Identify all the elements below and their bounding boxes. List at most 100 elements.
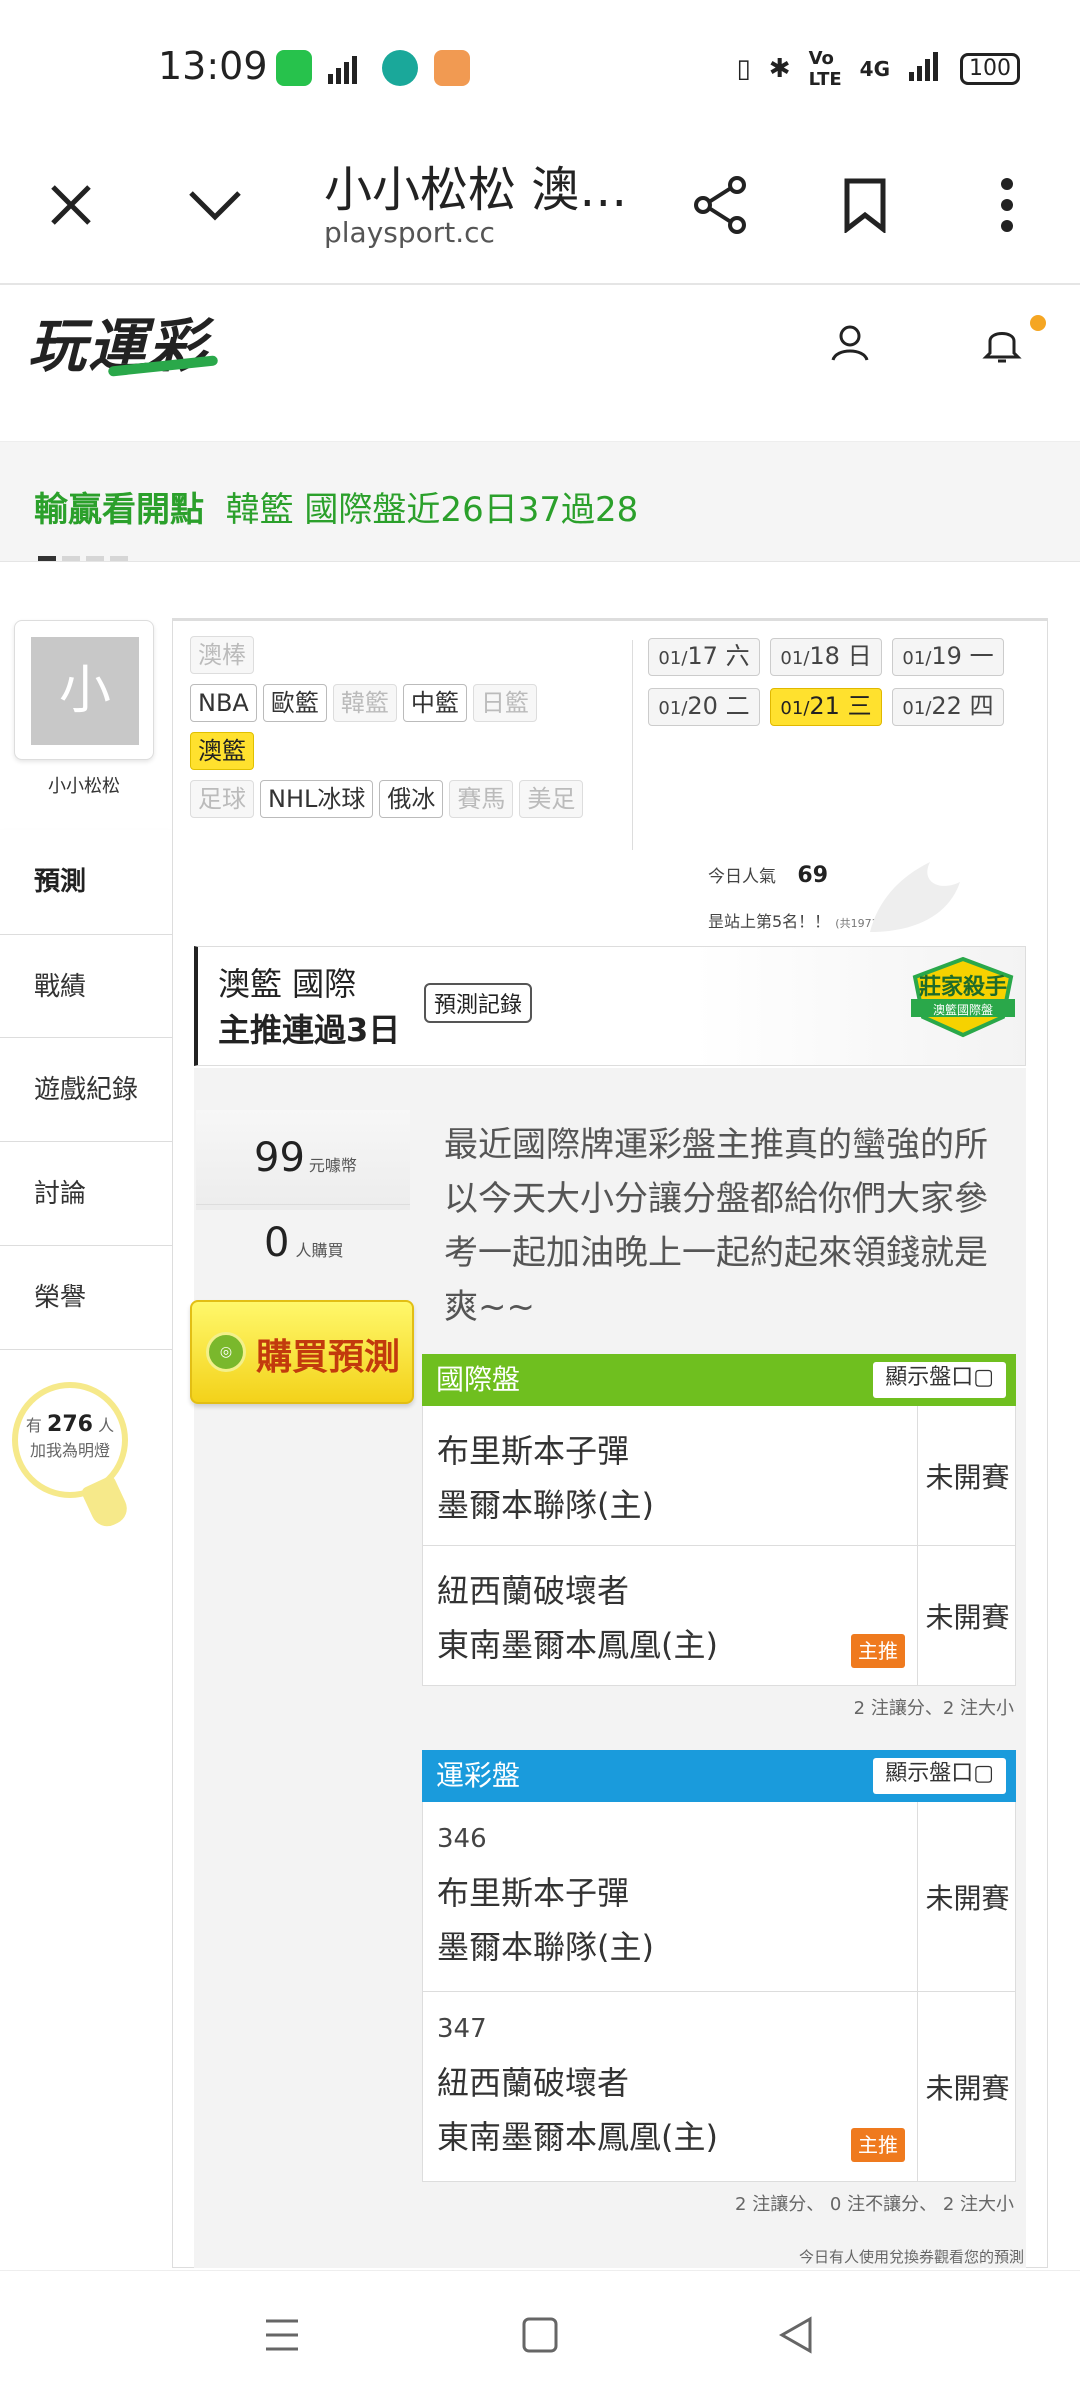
pager-dot[interactable] [110,556,128,561]
status-time: 13:09 [158,44,268,88]
sport-chip[interactable]: 賽馬 [449,780,514,818]
user-icon[interactable] [830,323,870,367]
avatar[interactable]: 小 [14,620,154,760]
sport-chip[interactable]: 中籃 [402,684,467,722]
more-icon[interactable] [972,170,1042,240]
sport-chip[interactable]: NBA [190,684,257,722]
sport-chip[interactable]: 韓籃 [332,684,397,722]
date-selector: 01/17 六 01/18 日 01/19 一 01/20 二 01/21 三 … [648,638,1028,726]
buy-prediction-button[interactable]: ◎ 購買預測 [190,1300,414,1404]
back-icon[interactable] [776,2315,816,2359]
divider [196,1204,410,1205]
match-teams: 布里斯本子彈 墨爾本聯隊(主) [437,1424,654,1532]
battery-indicator: 100 [960,53,1020,85]
sport-chip[interactable]: 澳棒 [190,636,254,674]
fan-count: 276 [47,1412,93,1437]
date-weekday: 六 [725,642,750,670]
pager-dot[interactable] [38,556,56,561]
checkbox-icon: ▢ [973,1761,994,1786]
sport-chip[interactable]: 足球 [190,780,254,818]
match-status: 未開賽 [917,1406,1017,1545]
banner-text: 輸贏看開點 韓籃 國際盤近26日37過28 [34,482,638,531]
show-odds-label: 顯示盤口 [885,1365,974,1390]
banker-killer-badge: 莊家殺手 澳籃國際盤 [907,956,1019,1039]
status-right: ▯ ✱ Vo LTE 4G 100 [736,48,1020,90]
page-url[interactable]: playsport.cc [324,216,495,249]
close-icon[interactable] [36,170,106,240]
table-row[interactable]: 布里斯本子彈 墨爾本聯隊(主) 未開賽 [422,1406,1016,1546]
date-button[interactable]: 01/18 日 [770,638,882,676]
table-row[interactable]: 347 紐西蘭破壞者 東南墨爾本鳳凰(主) 主推 未開賽 [422,1992,1016,2182]
date-button[interactable]: 01/17 六 [648,638,760,676]
status-bar: 13:09 ▯ ✱ Vo LTE 4G 100 [0,0,1080,130]
sport-chip[interactable]: 美足 [519,780,584,818]
site-logo[interactable]: 玩運彩 [28,299,219,383]
pager-dot[interactable] [86,556,104,561]
nav-item-discussion[interactable]: 討論 [0,1142,172,1246]
left-nav: 預測 戰績 遊戲紀錄 討論 榮譽 [0,830,172,1350]
buyers-unit: 人購買 [295,1241,344,1260]
bet-summary: 2 注讓分、2 注大小 [853,1698,1014,1719]
menu-icon[interactable] [262,2315,302,2359]
show-odds-button[interactable]: 顯示盤口▢ [873,1362,1006,1398]
buyers-value: 0 [264,1220,290,1266]
page-title: 小小松松 澳… [324,162,628,218]
show-odds-button[interactable]: 顯示盤口▢ [873,1758,1006,1794]
bluetooth-icon: ✱ [768,54,791,84]
share-icon[interactable] [686,170,756,240]
mascot-illustration [860,852,970,942]
date-md: 01/ [658,698,688,719]
chevron-down-icon[interactable] [180,170,250,240]
date-button[interactable]: 01/22 四 [892,688,1004,726]
banner-rest: 韓籃 國際盤近26日37過28 [225,490,639,530]
team-away: 紐西蘭破壞者 [437,1572,630,1610]
team-home: 墨爾本聯隊(主) [437,1486,654,1524]
date-button[interactable]: 01/19 一 [892,638,1004,676]
date-md: 01/ [902,698,932,719]
price-unit: 元噱幣 [308,1156,357,1175]
date-button[interactable]: 01/21 三 [770,688,882,726]
banner-bold: 輸贏看開點 [34,490,204,530]
date-md: 01/ [902,648,932,669]
network-label: 4G [859,57,890,81]
site-header: 玩運彩 [0,287,1080,397]
nav-item-record[interactable]: 戰績 [0,934,172,1038]
prediction-category: 澳籃 國際 [218,965,357,1003]
sport-chip[interactable]: 日籃 [472,684,537,722]
popularity-label: 今日人氣 [708,867,776,887]
pager-dot[interactable] [62,556,80,561]
sport-chip[interactable]: 俄冰 [379,780,444,818]
nav-item-predict[interactable]: 預測 [0,830,172,934]
fan-unit: 人 [98,1416,115,1435]
nav-item-honor[interactable]: 榮譽 [0,1246,172,1350]
table-row[interactable]: 346 布里斯本子彈 墨爾本聯隊(主) 未開賽 [422,1802,1016,1992]
team-home: 墨爾本聯隊(主) [437,1928,654,1966]
banner-pager [38,556,128,561]
sport-chip[interactable]: 歐籃 [262,684,327,722]
browser-toolbar: 小小松松 澳… playsport.cc [0,130,1080,285]
match-teams: 347 紐西蘭破壞者 東南墨爾本鳳凰(主) [437,2002,718,2164]
bookmark-icon[interactable] [830,170,900,240]
date-weekday: 四 [969,692,994,720]
date-md: 01/ [658,648,688,669]
home-icon[interactable] [520,2315,560,2359]
intl-table-header: 國際盤 顯示盤口▢ [422,1354,1016,1406]
date-button[interactable]: 01/20 二 [648,688,760,726]
user-name[interactable]: 小小松松 [14,772,154,798]
sport-chip[interactable]: 澳籃 [190,732,254,770]
team-home: 東南墨爾本鳳凰(主) [437,1626,718,1664]
lottery-table-title: 運彩盤 [436,1759,521,1792]
buy-button-label: 購買預測 [256,1337,401,1378]
sport-selector: 澳棒 NBA 歐籃 韓籃 中籃 日籃 澳籃 足球 NHL冰球 俄冰 賽馬 美足 [190,636,630,828]
game-number: 346 [437,1824,487,1854]
badge-title: 莊家殺手 [919,975,1008,1000]
sport-chip[interactable]: NHL冰球 [260,780,374,818]
match-teams: 346 布里斯本子彈 墨爾本聯隊(主) [437,1812,654,1974]
prediction-record-button[interactable]: 預測記錄 [424,983,533,1023]
nav-item-game-log[interactable]: 遊戲紀錄 [0,1038,172,1142]
bell-icon[interactable] [982,323,1022,369]
checkbox-icon: ▢ [973,1365,994,1390]
banner[interactable]: 輸贏看開點 韓籃 國際盤近26日37過28 [0,442,1080,562]
table-row[interactable]: 紐西蘭破壞者 東南墨爾本鳳凰(主) 主推 未開賽 [422,1546,1016,1686]
date-day: 17 [687,642,718,670]
